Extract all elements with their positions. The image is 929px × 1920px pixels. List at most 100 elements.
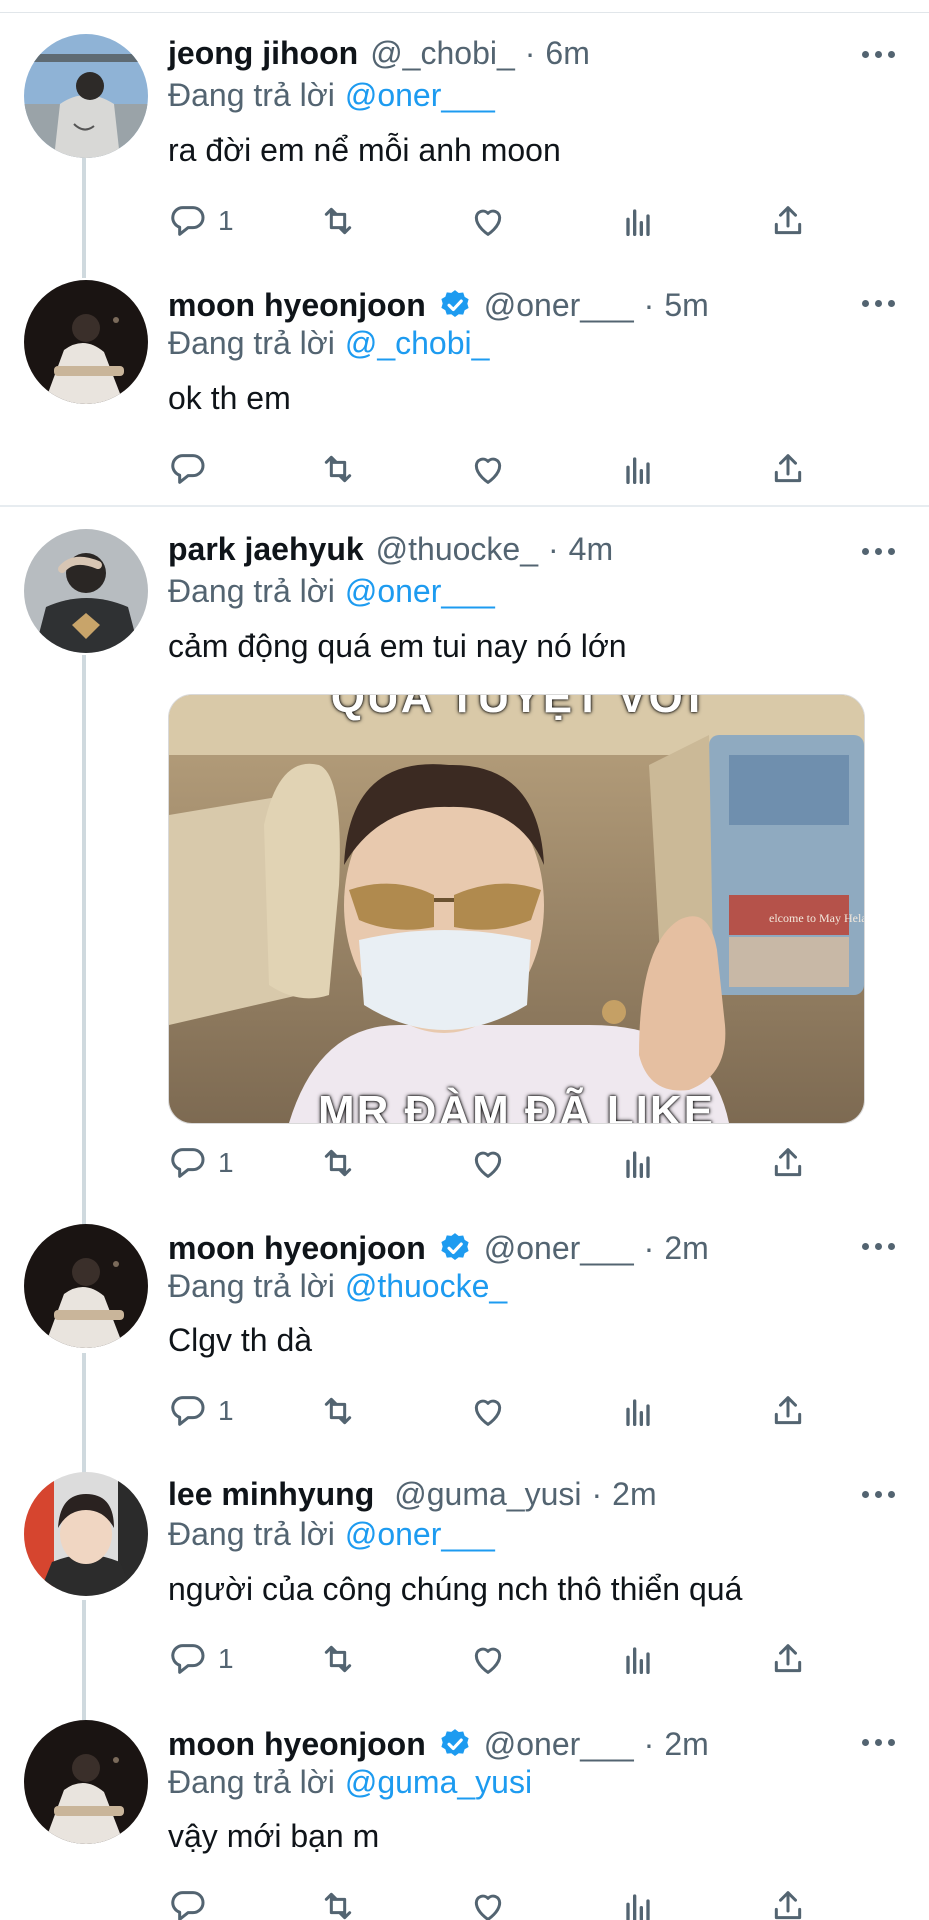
- avatar[interactable]: [24, 1472, 148, 1596]
- user-handle[interactable]: @guma_yusi: [394, 1476, 581, 1513]
- like-button[interactable]: [468, 1141, 508, 1185]
- share-button[interactable]: [768, 1141, 808, 1185]
- replying-to-mention[interactable]: @_chobi_: [345, 325, 490, 362]
- retweet-icon: [324, 1645, 352, 1673]
- like-button[interactable]: [468, 1637, 508, 1681]
- reply-count: 1: [218, 205, 234, 236]
- retweet-button[interactable]: [318, 1389, 358, 1433]
- user-handle[interactable]: @_chobi_: [370, 35, 515, 72]
- more-icon[interactable]: [862, 48, 896, 60]
- share-button[interactable]: [768, 1884, 808, 1920]
- retweet-button[interactable]: [318, 1637, 358, 1681]
- user-handle[interactable]: @oner___: [484, 1230, 634, 1267]
- tweet-media-image[interactable]: elcome to May Hela QUÁ TUYỆT VỜI MR ĐÀM …: [168, 694, 865, 1124]
- views-button[interactable]: [618, 447, 658, 491]
- more-icon[interactable]: [862, 297, 896, 309]
- more-icon[interactable]: [862, 1488, 896, 1500]
- views-button[interactable]: [618, 199, 658, 243]
- like-button[interactable]: [468, 199, 508, 243]
- views-icon: [626, 457, 650, 484]
- user-handle[interactable]: @oner___: [484, 1726, 634, 1763]
- retweet-button[interactable]: [318, 1884, 358, 1920]
- display-name[interactable]: jeong jihoon: [168, 35, 358, 72]
- retweet-button[interactable]: [318, 447, 358, 491]
- avatar[interactable]: [24, 34, 148, 158]
- display-name[interactable]: lee minhyung: [168, 1476, 374, 1513]
- more-icon[interactable]: [862, 1240, 896, 1252]
- replying-to-label: Đang trả lời: [168, 324, 335, 361]
- top-divider: [0, 0, 929, 13]
- share-icon: [774, 1148, 802, 1177]
- share-icon: [774, 1396, 802, 1425]
- retweet-icon: [324, 1149, 352, 1177]
- like-icon: [474, 1399, 502, 1426]
- user-handle[interactable]: @oner___: [484, 287, 634, 324]
- replying-to-mention[interactable]: @oner___: [345, 77, 495, 114]
- retweet-button[interactable]: [318, 199, 358, 243]
- retweet-icon: [324, 207, 352, 235]
- replying-to-label: Đang trả lời: [168, 1267, 335, 1304]
- share-button[interactable]: [768, 1637, 808, 1681]
- more-icon[interactable]: [862, 1736, 896, 1748]
- display-name[interactable]: moon hyeonjoon: [168, 1726, 426, 1763]
- verified-badge-icon: [441, 1233, 469, 1261]
- reply-button[interactable]: 1: [168, 1141, 234, 1185]
- retweet-icon: [324, 455, 352, 483]
- reply-button[interactable]: [168, 447, 218, 491]
- views-icon: [626, 1151, 650, 1178]
- conversation-separator: [0, 505, 929, 507]
- thread-connector: [82, 1353, 86, 1473]
- conversation-thread: jeong jihoon @_chobi_ · 6m Đang trả lời …: [0, 0, 929, 1920]
- separator-dot: ·: [524, 34, 536, 71]
- views-button[interactable]: [618, 1389, 658, 1433]
- like-button[interactable]: [468, 1884, 508, 1920]
- avatar[interactable]: [24, 529, 148, 653]
- views-button[interactable]: [618, 1637, 658, 1681]
- share-icon: [774, 206, 802, 235]
- reply-button[interactable]: [168, 1884, 218, 1920]
- reply-button[interactable]: 1: [168, 1389, 234, 1433]
- retweet-icon: [324, 1892, 352, 1920]
- meme-caption-top: QUÁ TUYỆT VỜI: [330, 694, 703, 722]
- views-icon: [626, 1647, 650, 1674]
- avatar[interactable]: [24, 1224, 148, 1348]
- replying-to-label: Đang trả lời: [168, 572, 335, 609]
- share-icon: [774, 454, 802, 483]
- reply-button[interactable]: 1: [168, 1637, 234, 1681]
- replying-to-mention[interactable]: @thuocke_: [345, 1268, 507, 1305]
- timestamp[interactable]: 2m: [664, 1230, 708, 1267]
- replying-to-mention[interactable]: @guma_yusi: [345, 1764, 532, 1801]
- timestamp[interactable]: 5m: [664, 287, 708, 324]
- verified-badge-icon: [441, 290, 469, 318]
- avatar[interactable]: [24, 1720, 148, 1844]
- reply-icon: [171, 1644, 205, 1674]
- timestamp[interactable]: 2m: [612, 1476, 656, 1513]
- timestamp[interactable]: 4m: [569, 531, 613, 568]
- retweet-button[interactable]: [318, 1141, 358, 1185]
- more-icon[interactable]: [862, 545, 896, 557]
- share-icon: [774, 1891, 802, 1920]
- share-button[interactable]: [768, 1389, 808, 1433]
- like-button[interactable]: [468, 1389, 508, 1433]
- user-handle[interactable]: @thuocke_: [376, 531, 538, 568]
- separator-dot: ·: [643, 286, 655, 323]
- views-button[interactable]: [618, 1141, 658, 1185]
- reply-count: 1: [218, 1643, 234, 1674]
- timestamp[interactable]: 2m: [664, 1726, 708, 1763]
- tweet-text: Clgv th dà: [168, 1321, 313, 1358]
- reply-icon: [171, 1891, 205, 1920]
- timestamp[interactable]: 6m: [545, 35, 589, 72]
- display-name[interactable]: moon hyeonjoon: [168, 287, 426, 324]
- share-button[interactable]: [768, 447, 808, 491]
- separator-dot: ·: [643, 1725, 655, 1762]
- share-button[interactable]: [768, 199, 808, 243]
- display-name[interactable]: park jaehyuk: [168, 531, 364, 568]
- like-button[interactable]: [468, 447, 508, 491]
- avatar[interactable]: [24, 280, 148, 404]
- replying-to-mention[interactable]: @oner___: [345, 1516, 495, 1553]
- views-button[interactable]: [618, 1884, 658, 1920]
- replying-to-mention[interactable]: @oner___: [345, 573, 495, 610]
- verified-badge-icon: [441, 1729, 469, 1757]
- display-name[interactable]: moon hyeonjoon: [168, 1230, 426, 1267]
- reply-button[interactable]: 1: [168, 199, 234, 243]
